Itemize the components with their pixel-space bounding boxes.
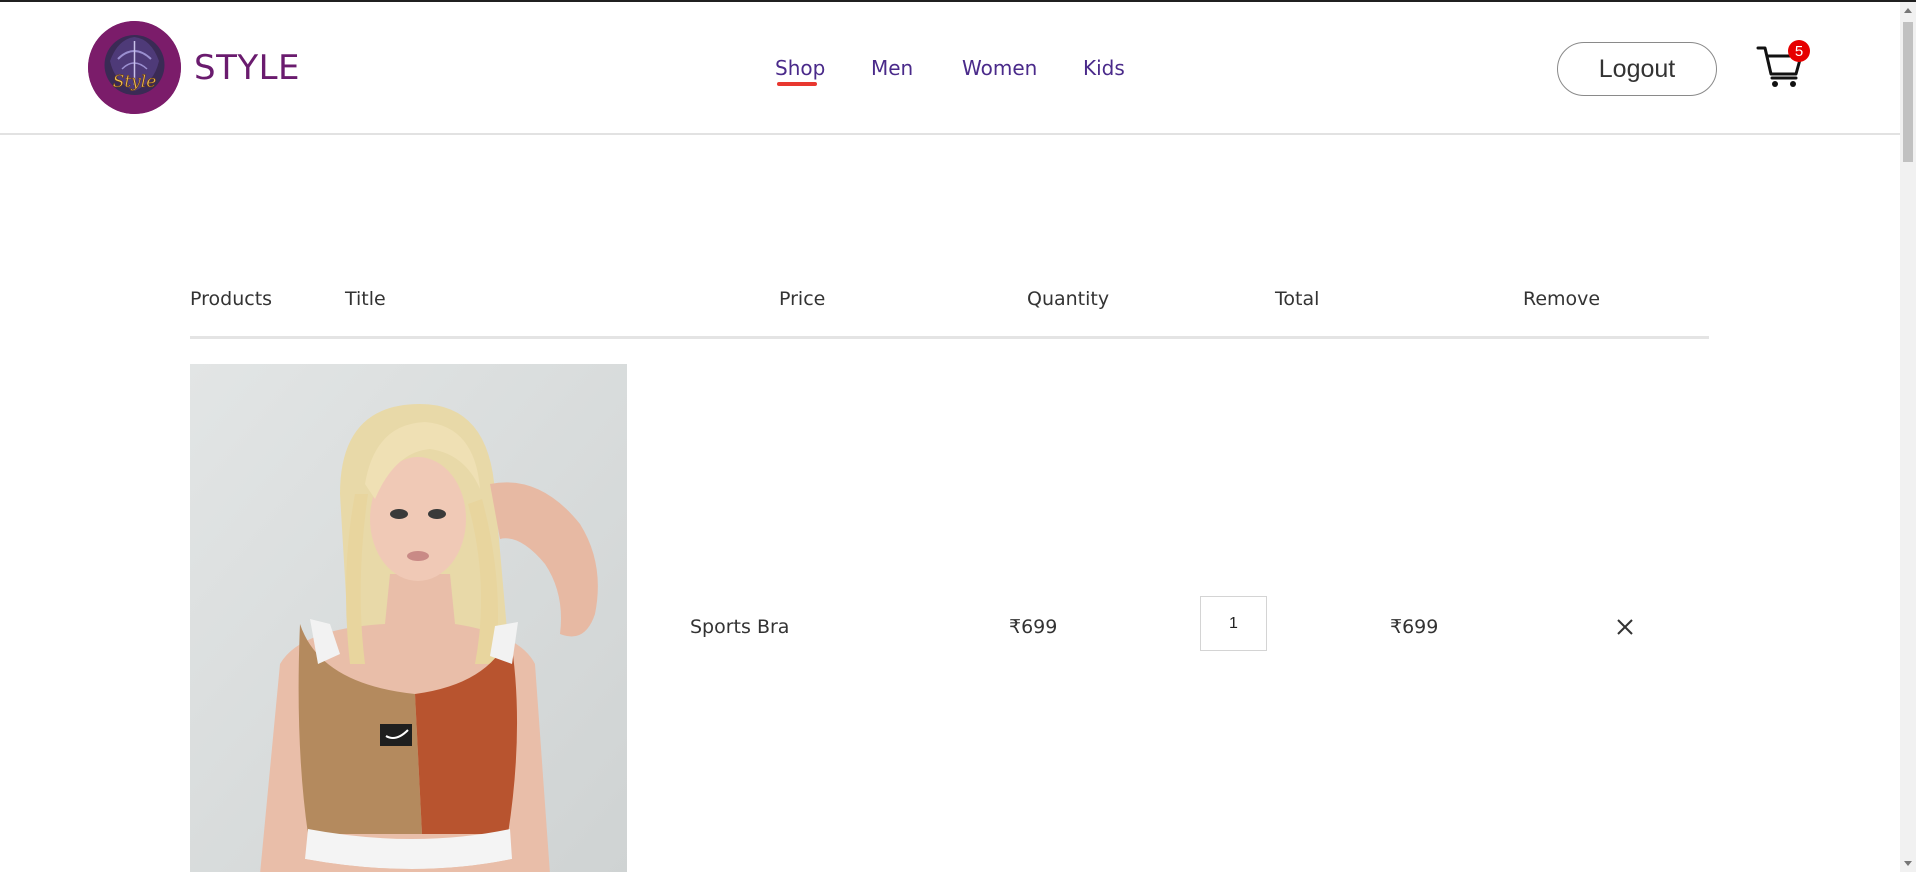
vertical-scrollbar[interactable] bbox=[1900, 2, 1916, 872]
nav-shop[interactable]: Shop bbox=[775, 56, 825, 80]
page-viewport: Style STYLE Shop Men Women Kids Logout 5… bbox=[0, 2, 1900, 872]
product-price: ₹699 bbox=[1009, 616, 1058, 638]
brand-logo[interactable]: Style bbox=[88, 21, 181, 114]
close-icon bbox=[1617, 619, 1633, 635]
column-header-quantity: Quantity bbox=[1027, 288, 1110, 310]
brand-name[interactable]: STYLE bbox=[194, 48, 300, 88]
logo-emblem-icon: Style bbox=[88, 21, 181, 114]
logo-script-text: Style bbox=[113, 72, 157, 92]
quantity-input[interactable] bbox=[1200, 596, 1267, 651]
product-title: Sports Bra bbox=[690, 616, 790, 638]
logout-button[interactable]: Logout bbox=[1557, 42, 1717, 96]
product-photo-illustration bbox=[190, 364, 627, 872]
nav-kids[interactable]: Kids bbox=[1083, 56, 1125, 80]
header-divider bbox=[190, 336, 1709, 339]
remove-item-button[interactable] bbox=[1614, 616, 1636, 638]
site-header: Style STYLE Shop Men Women Kids Logout 5 bbox=[0, 2, 1900, 135]
column-header-title: Title bbox=[345, 288, 386, 310]
cart-count-badge: 5 bbox=[1788, 40, 1810, 62]
column-header-products: Products bbox=[190, 288, 273, 310]
nav-active-indicator bbox=[777, 82, 817, 86]
product-image[interactable] bbox=[190, 364, 627, 872]
nav-women[interactable]: Women bbox=[962, 56, 1037, 80]
scroll-up-arrow-icon[interactable] bbox=[1900, 2, 1916, 18]
scrollbar-thumb[interactable] bbox=[1903, 22, 1913, 162]
scroll-down-arrow-icon[interactable] bbox=[1900, 856, 1916, 872]
column-header-remove: Remove bbox=[1523, 288, 1601, 310]
column-header-price: Price bbox=[779, 288, 826, 310]
nav-men[interactable]: Men bbox=[871, 56, 913, 80]
product-total: ₹699 bbox=[1390, 616, 1439, 638]
column-header-total: Total bbox=[1275, 288, 1320, 310]
